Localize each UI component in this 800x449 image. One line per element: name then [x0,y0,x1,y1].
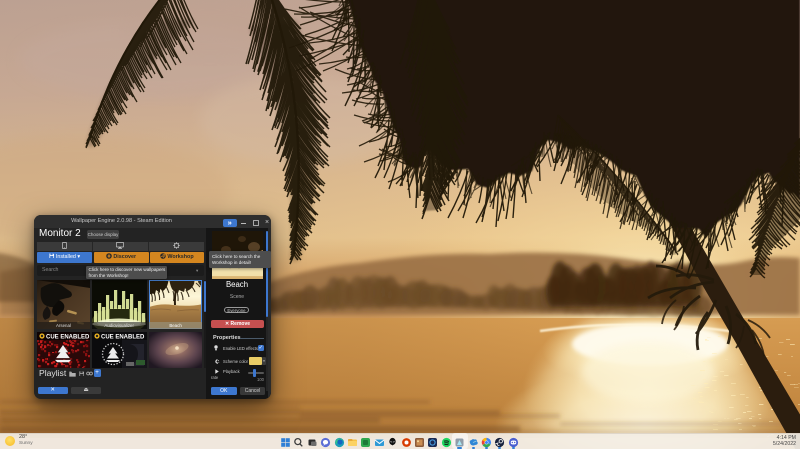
svg-text:CUE ENABLED: CUE ENABLED [101,334,145,340]
svg-text:CUE ENABLED: CUE ENABLED [46,334,90,340]
